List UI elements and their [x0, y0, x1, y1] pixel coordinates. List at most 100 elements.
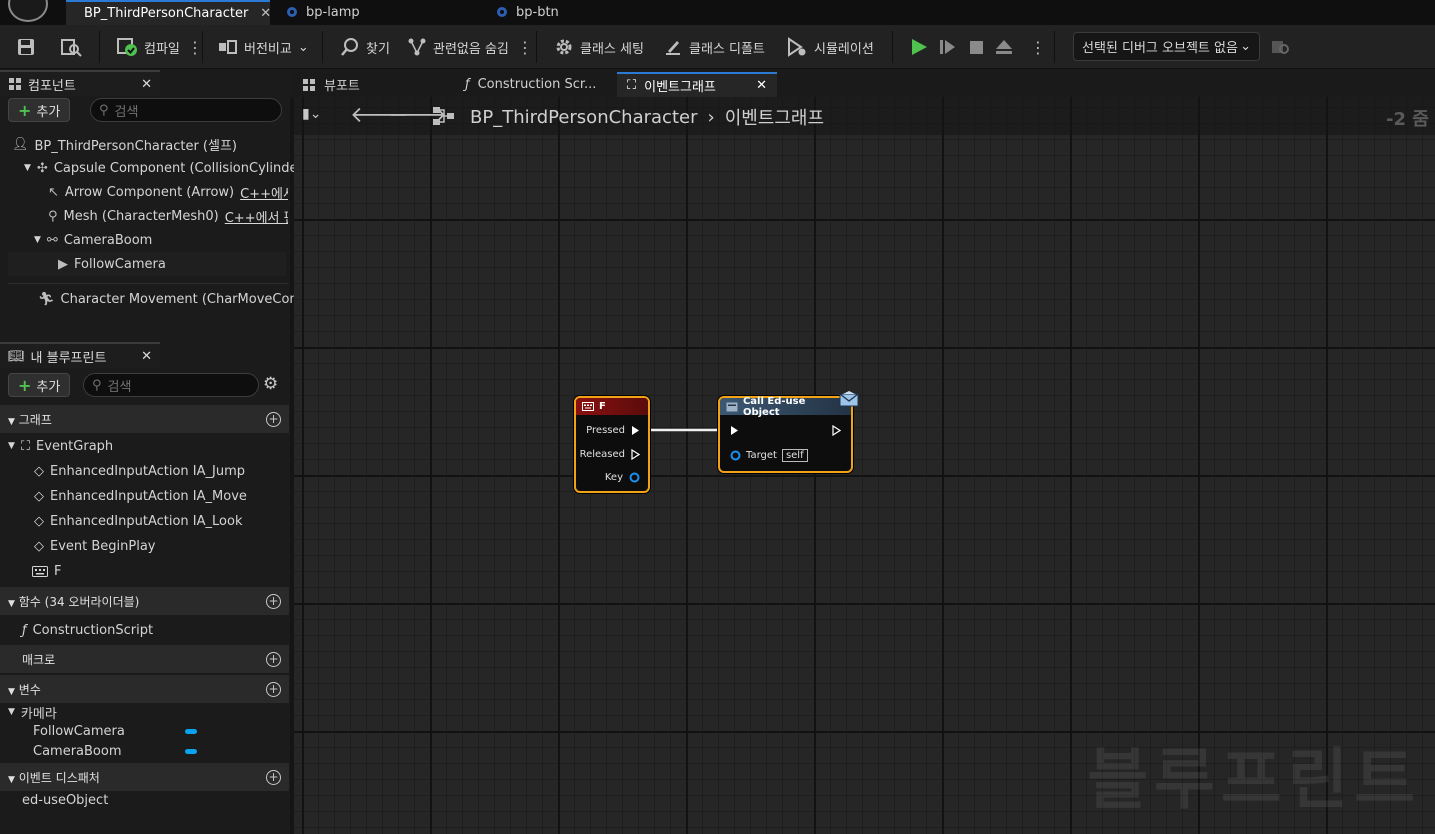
search-icon: ⚲: [92, 377, 102, 393]
exec-out-pin-icon[interactable]: [832, 425, 841, 436]
tab-event-graph[interactable]: ⛶ 이벤트그래프 ✕: [617, 72, 777, 97]
doc-tab-bp-thirdperson[interactable]: BP_ThirdPersonCharacter ✕: [66, 0, 271, 25]
section-variables[interactable]: ▼ 변수 +: [0, 675, 289, 703]
section-macros[interactable]: 매크로 +: [0, 645, 289, 673]
graph-breadcrumb-bar: [294, 97, 1435, 135]
component-arrow[interactable]: ↖ Arrow Component (Arrow) C++에서 편: [48, 180, 288, 204]
call-dispatcher-node[interactable]: Call Ed-use Object Target self: [718, 396, 853, 473]
dispatcher-item[interactable]: ed-useObject: [22, 788, 108, 812]
close-icon[interactable]: ✕: [141, 349, 152, 364]
function-item[interactable]: ƒ ConstructionScript: [22, 618, 153, 642]
section-dispatchers[interactable]: ▼ 이벤트 디스패처 +: [0, 763, 289, 791]
graph-eventgraph[interactable]: ▼ ⛶ EventGraph: [8, 434, 113, 458]
doc-tab-bp-btn[interactable]: bp-btn: [486, 0, 666, 25]
debug-filter-button[interactable]: [1266, 33, 1294, 61]
doc-tab-label: BP_ThirdPersonCharacter: [84, 6, 249, 21]
close-icon[interactable]: ✕: [756, 78, 767, 93]
play-options-button[interactable]: ⋮: [1026, 33, 1050, 61]
envelope-icon: [839, 391, 859, 411]
event-graph-canvas[interactable]: 블루프린트: [294, 97, 1435, 834]
add-component-button[interactable]: + 추가: [8, 98, 71, 122]
target-pin[interactable]: Target self: [730, 449, 808, 462]
component-search-input[interactable]: ⚲ 검색: [90, 98, 282, 122]
breadcrumb-root[interactable]: BP_ThirdPersonCharacter: [470, 107, 697, 128]
doc-tab-label: bp-lamp: [306, 5, 360, 20]
hide-options-button[interactable]: ⋮: [513, 33, 537, 61]
add-circle-icon[interactable]: +: [266, 411, 281, 427]
play-button[interactable]: [907, 35, 931, 59]
class-settings-label: 클래스 세팅: [580, 41, 644, 57]
my-blueprint-tab[interactable]: 📖︎ 내 블루프린트 ✕: [0, 342, 160, 368]
section-label: 매크로: [22, 652, 56, 667]
section-graphs[interactable]: ▼ 그래프 +: [0, 405, 289, 433]
debug-object-select[interactable]: 선택된 디버그 오브젝트 없음 ⌄: [1073, 32, 1260, 61]
book-icon: 📖︎: [8, 348, 25, 364]
save-icon: [18, 39, 34, 55]
settings-gear-icon[interactable]: ⚙: [263, 374, 278, 394]
close-icon[interactable]: ✕: [260, 6, 271, 21]
component-label: Arrow Component (Arrow): [64, 184, 235, 200]
section-functions[interactable]: ▼ 함수 (34 오버라이더블) +: [0, 587, 289, 615]
target-value-field[interactable]: self: [781, 449, 808, 462]
simulation-button[interactable]: 시뮬레이션: [782, 33, 878, 61]
add-circle-icon[interactable]: +: [266, 681, 281, 697]
add-circle-icon[interactable]: +: [266, 651, 281, 667]
tab-label: 이벤트그래프: [644, 80, 716, 95]
pressed-pin[interactable]: Pressed: [586, 425, 640, 436]
component-root[interactable]: 👤︎ BP_ThirdPersonCharacter (셀프): [12, 132, 237, 156]
hide-unrelated-button[interactable]: 관련없음 숨김: [403, 33, 513, 61]
object-pin-icon: [730, 450, 741, 461]
spring-arm-icon: ⚯: [46, 232, 58, 248]
save-button[interactable]: [12, 33, 40, 61]
camera-icon: ▶︎: [58, 256, 68, 272]
key-pin[interactable]: Key: [605, 472, 640, 483]
variable-label: CameraBoom: [33, 743, 122, 759]
component-label: Mesh (CharacterMesh0): [63, 208, 219, 224]
compile-button[interactable]: 컴파일: [112, 33, 184, 61]
key-event-node[interactable]: F Pressed Released Key: [574, 396, 650, 493]
tab-viewport[interactable]: 뷰포트: [292, 72, 452, 97]
diff-button[interactable]: 버전비교 ⌄: [214, 33, 313, 61]
add-circle-icon[interactable]: +: [266, 593, 281, 609]
stop-button[interactable]: [964, 35, 988, 59]
exec-in-pin-icon[interactable]: [730, 425, 739, 436]
compile-label: 컴파일: [144, 41, 180, 57]
variable-item[interactable]: CameraBoom: [33, 739, 122, 763]
class-settings-button[interactable]: 클래스 세팅: [550, 33, 648, 61]
member-search-input[interactable]: ⚲ 검색: [83, 373, 259, 397]
graph-item-label: EnhancedInputAction IA_Jump: [50, 463, 246, 479]
debug-object-label: 선택된 디버그 오브젝트 없음: [1082, 41, 1238, 56]
graph-item[interactable]: ◇ EnhancedInputAction IA_Jump: [34, 459, 245, 483]
components-tab[interactable]: 컴포넌트 ✕: [0, 70, 160, 96]
component-mesh[interactable]: ⚲ Mesh (CharacterMesh0) C++에서 편집: [48, 204, 288, 228]
graph-item[interactable]: ◇ EnhancedInputAction IA_Move: [34, 484, 247, 508]
component-cameraboom[interactable]: ▼ ⚯ CameraBoom: [34, 228, 152, 252]
find-button[interactable]: 찾기: [336, 33, 394, 61]
graph-item[interactable]: F: [32, 559, 61, 583]
step-button[interactable]: [936, 35, 960, 59]
released-pin[interactable]: Released: [580, 449, 640, 460]
bookmark-button[interactable]: ▮⌄: [302, 106, 321, 122]
viewport-icon: [303, 78, 315, 91]
graph-item-label: EnhancedInputAction IA_Move: [50, 488, 247, 504]
close-icon[interactable]: ✕: [141, 77, 152, 92]
expand-arrow-icon: ▼: [34, 235, 41, 245]
eject-button[interactable]: [992, 35, 1016, 59]
doc-tab-bp-lamp[interactable]: bp-lamp: [276, 0, 476, 25]
class-defaults-button[interactable]: 클래스 디폴트: [659, 33, 769, 61]
breadcrumb-leaf: 이벤트그래프: [724, 108, 825, 129]
component-movement[interactable]: 🏃︎ Character Movement (CharMoveComp): [38, 287, 315, 311]
add-circle-icon[interactable]: +: [266, 769, 281, 785]
chevron-down-icon: ⌄: [1240, 39, 1251, 54]
component-followcamera[interactable]: ▶︎ FollowCamera: [58, 252, 166, 276]
arrow-icon: ↖: [48, 184, 59, 200]
graph-watermark: 블루프린트: [1087, 741, 1421, 818]
compile-options-button[interactable]: ⋮: [183, 33, 207, 61]
graph-item[interactable]: ◇ Event BeginPlay: [34, 534, 156, 558]
tab-construction-script[interactable]: ƒ Construction Scr...: [455, 72, 615, 97]
component-capsule[interactable]: ▼ ✣ Capsule Component (CollisionCylinder…: [24, 156, 308, 180]
add-member-button[interactable]: + 추가: [8, 373, 71, 397]
graph-item[interactable]: ◇ EnhancedInputAction IA_Look: [34, 509, 242, 533]
exec-wire: [646, 428, 724, 432]
browse-button[interactable]: [56, 33, 86, 61]
